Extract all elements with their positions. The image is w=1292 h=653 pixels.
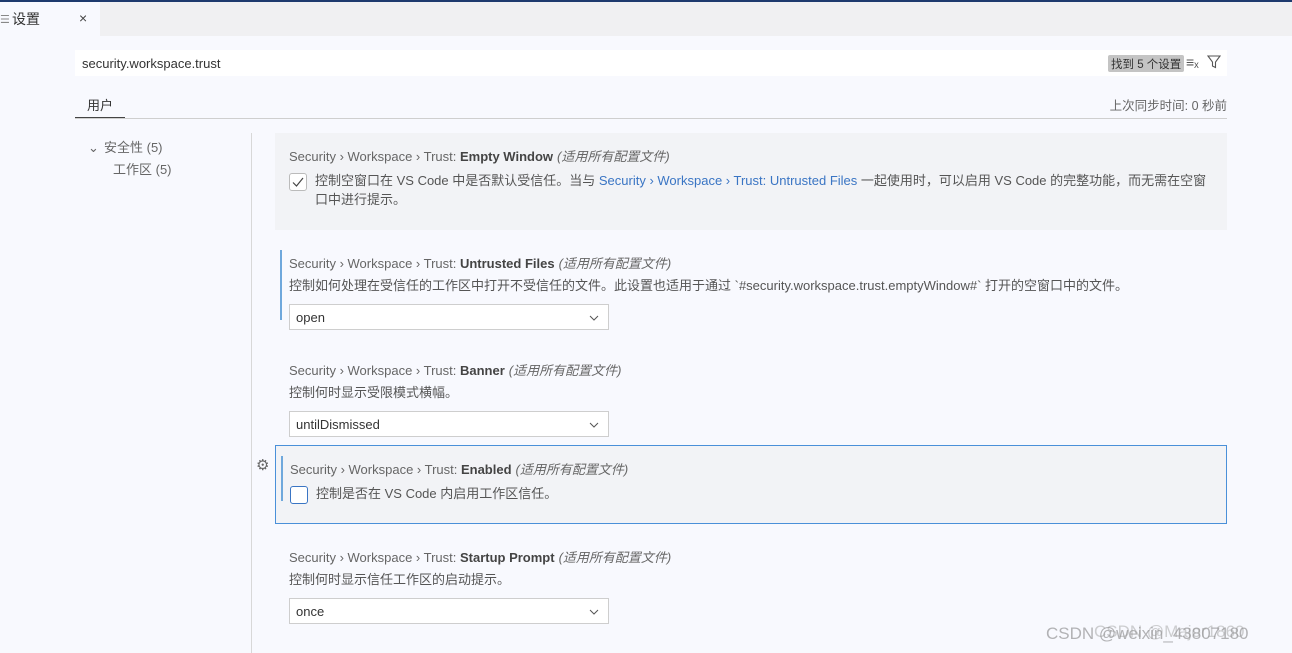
setting-empty-window: Security › Workspace › Trust: Empty Wind… <box>275 133 1227 230</box>
tree-item-label: 安全性 (5) <box>104 140 163 155</box>
setting-title: Security › Workspace › Trust: Enabled (适用… <box>290 462 629 477</box>
setting-description: 控制何时显示信任工作区的启动提示。 <box>289 572 511 587</box>
divider <box>75 118 1227 119</box>
gear-icon[interactable]: ⚙ <box>256 456 269 474</box>
chevron-down-icon: ⌄ <box>88 140 99 155</box>
setting-title: Security › Workspace › Trust: Startup Pr… <box>289 550 672 565</box>
chevron-down-icon <box>589 609 599 615</box>
setting-description: 控制是否在 VS Code 内启用工作区信任。 <box>316 486 558 501</box>
modified-indicator <box>281 456 283 501</box>
result-count-badge: 找到 5 个设置 <box>1108 55 1185 72</box>
startup-prompt-select[interactable]: once <box>289 598 609 624</box>
tab-settings[interactable]: ☰ 设置 × <box>0 2 100 36</box>
setting-description: 控制如何处理在受信任的工作区中打开不受信任的文件。此设置也适用于通过 `#sec… <box>289 278 1129 293</box>
tab-user[interactable]: 用户 <box>75 93 125 119</box>
untrusted-files-select[interactable]: open <box>289 304 609 330</box>
tab-bar: ☰ 设置 × <box>0 2 1292 36</box>
setting-banner: Security › Workspace › Trust: Banner (适用所… <box>275 347 1227 450</box>
watermark: CSDN @Major1860 <box>1094 622 1245 641</box>
settings-list-icon: ☰ <box>0 13 10 26</box>
banner-select[interactable]: untilDismissed <box>289 411 609 437</box>
divider <box>251 133 252 653</box>
close-icon[interactable]: × <box>79 10 87 26</box>
tree-item-workspace[interactable]: 工作区 (5) <box>113 159 172 178</box>
modified-indicator <box>280 250 282 320</box>
check-icon <box>292 177 304 187</box>
setting-title: Security › Workspace › Trust: Banner (适用所… <box>289 363 622 378</box>
chevron-down-icon <box>589 315 599 321</box>
setting-description: 控制何时显示受限模式横幅。 <box>289 385 459 400</box>
sync-status: 上次同步时间: 0 秒前 <box>1109 99 1227 113</box>
setting-enabled: Security › Workspace › Trust: Enabled (适用… <box>275 445 1227 524</box>
empty-window-checkbox[interactable] <box>289 173 307 191</box>
tab-label: 设置 <box>12 11 40 27</box>
clear-filter-icon[interactable]: ≡ₓ <box>1186 54 1199 70</box>
settings-search-input[interactable]: security.workspace.trust <box>75 50 1227 76</box>
chevron-down-icon <box>589 422 599 428</box>
setting-untrusted-files: Security › Workspace › Trust: Untrusted … <box>275 240 1227 343</box>
enabled-checkbox[interactable] <box>290 486 308 504</box>
setting-startup-prompt: Security › Workspace › Trust: Startup Pr… <box>275 534 1227 637</box>
setting-title: Security › Workspace › Trust: Empty Wind… <box>289 149 670 164</box>
tree-item-security[interactable]: ⌄ 安全性 (5) <box>88 137 163 156</box>
setting-description: 控制空窗口在 VS Code 中是否默认受信任。当与 Security › Wo… <box>315 173 1207 207</box>
filter-icon[interactable] <box>1206 55 1222 72</box>
untrusted-files-link[interactable]: Security › Workspace › Trust: Untrusted … <box>599 173 857 188</box>
setting-title: Security › Workspace › Trust: Untrusted … <box>289 256 672 271</box>
